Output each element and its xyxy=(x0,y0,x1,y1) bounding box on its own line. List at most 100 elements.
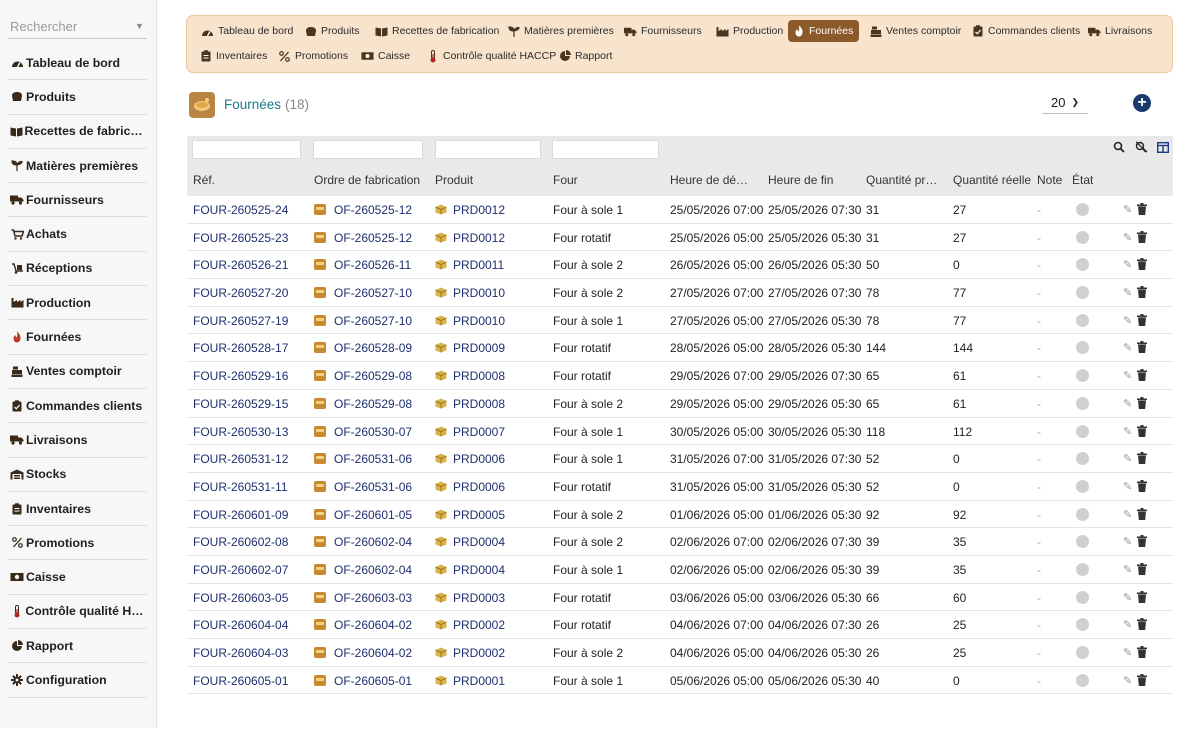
trash-icon[interactable] xyxy=(1137,479,1147,497)
sidebar-item[interactable]: Caisse xyxy=(8,560,147,595)
edit-icon[interactable]: ✎ xyxy=(1123,452,1132,465)
product-link[interactable]: PRD0007 xyxy=(435,425,505,439)
product-link[interactable]: PRD0001 xyxy=(435,674,505,688)
product-link[interactable]: PRD0012 xyxy=(435,231,505,245)
edit-icon[interactable]: ✎ xyxy=(1123,369,1132,382)
table-row[interactable]: FOUR-260527-20 OF-260527-10 PRD0010 Four à … xyxy=(187,279,1173,307)
edit-icon[interactable]: ✎ xyxy=(1123,563,1132,576)
batch-ref-link[interactable]: FOUR-260604-03 xyxy=(193,646,288,660)
topnav-item[interactable]: Caisse xyxy=(357,45,416,67)
trash-icon[interactable] xyxy=(1137,424,1147,442)
trash-icon[interactable] xyxy=(1137,673,1147,691)
order-link[interactable]: OF-260528-09 xyxy=(314,341,412,355)
filter-of-input[interactable] xyxy=(313,140,423,159)
filter-produit-input[interactable] xyxy=(435,140,541,159)
columns-icon[interactable] xyxy=(1156,140,1170,154)
product-link[interactable]: PRD0012 xyxy=(435,203,505,217)
sidebar-item[interactable]: Inventaires xyxy=(8,492,147,527)
batch-ref-link[interactable]: FOUR-260601-09 xyxy=(193,508,288,522)
trash-icon[interactable] xyxy=(1137,285,1147,303)
sidebar-item[interactable]: Tableau de bord xyxy=(8,46,147,81)
filter-ref-input[interactable] xyxy=(192,140,301,159)
table-row[interactable]: FOUR-260602-07 OF-260602-04 PRD0004 Four à … xyxy=(187,556,1173,584)
order-link[interactable]: OF-260527-10 xyxy=(314,314,412,328)
sidebar-item[interactable]: Production xyxy=(8,286,147,321)
edit-icon[interactable]: ✎ xyxy=(1123,591,1132,604)
order-link[interactable]: OF-260529-08 xyxy=(314,369,412,383)
batch-ref-link[interactable]: FOUR-260602-07 xyxy=(193,563,288,577)
trash-icon[interactable] xyxy=(1137,534,1147,552)
trash-icon[interactable] xyxy=(1137,507,1147,525)
trash-icon[interactable] xyxy=(1137,396,1147,414)
column-header[interactable]: Heure de fin xyxy=(768,173,833,187)
table-row[interactable]: FOUR-260603-05 OF-260603-03 PRD0003 Four ro… xyxy=(187,584,1173,612)
order-link[interactable]: OF-260601-05 xyxy=(314,508,412,522)
sidebar-item[interactable]: Fournées xyxy=(8,320,147,355)
table-row[interactable]: FOUR-260602-08 OF-260602-04 PRD0004 Four à … xyxy=(187,528,1173,556)
topnav-item[interactable]: Inventaires xyxy=(195,45,273,67)
topnav-item[interactable]: Contrôle qualité HACCP xyxy=(422,45,562,67)
edit-icon[interactable]: ✎ xyxy=(1123,674,1132,687)
sidebar-item[interactable]: Fournisseurs xyxy=(8,183,147,218)
filter-four-input[interactable] xyxy=(552,140,659,159)
order-link[interactable]: OF-260603-03 xyxy=(314,591,412,605)
trash-icon[interactable] xyxy=(1137,645,1147,663)
column-header[interactable]: Heure de dém… xyxy=(670,173,758,187)
topnav-item[interactable]: Rapport xyxy=(554,45,618,67)
column-header[interactable]: Ordre de fabrication xyxy=(314,173,420,187)
order-link[interactable]: OF-260604-02 xyxy=(314,646,412,660)
product-link[interactable]: PRD0003 xyxy=(435,591,505,605)
sidebar-item[interactable]: Recettes de fabrication xyxy=(8,115,147,149)
table-row[interactable]: FOUR-260528-17 OF-260528-09 PRD0009 Four ro… xyxy=(187,334,1173,363)
batch-ref-link[interactable]: FOUR-260605-01 xyxy=(193,674,288,688)
table-row[interactable]: FOUR-260530-13 OF-260530-07 PRD0007 Four à … xyxy=(187,418,1173,446)
topnav-item[interactable]: Commandes clients xyxy=(967,20,1086,42)
column-header[interactable]: Produit xyxy=(435,173,473,187)
edit-icon[interactable]: ✎ xyxy=(1123,203,1132,216)
order-link[interactable]: OF-260602-04 xyxy=(314,563,412,577)
trash-icon[interactable] xyxy=(1137,562,1147,580)
topnav-item[interactable]: Fournisseurs xyxy=(620,20,708,42)
order-link[interactable]: OF-260525-12 xyxy=(314,203,412,217)
per-page-select[interactable]: 20 ❯ xyxy=(1042,92,1088,114)
batch-ref-link[interactable]: FOUR-260526-21 xyxy=(193,258,288,272)
sidebar-item[interactable]: Livraisons xyxy=(8,423,147,458)
sidebar-item[interactable]: Rapport xyxy=(8,629,147,664)
batch-ref-link[interactable]: FOUR-260531-12 xyxy=(193,452,288,466)
trash-icon[interactable] xyxy=(1137,451,1147,469)
order-link[interactable]: OF-260530-07 xyxy=(314,425,412,439)
order-link[interactable]: OF-260529-08 xyxy=(314,397,412,411)
table-row[interactable]: FOUR-260601-09 OF-260601-05 PRD0005 Four à … xyxy=(187,501,1173,529)
edit-icon[interactable]: ✎ xyxy=(1123,397,1132,410)
table-row[interactable]: FOUR-260605-01 OF-260605-01 PRD0001 Four à … xyxy=(187,667,1173,695)
sidebar-item[interactable]: Configuration xyxy=(8,663,147,698)
product-link[interactable]: PRD0011 xyxy=(435,258,504,272)
trash-icon[interactable] xyxy=(1137,368,1147,386)
edit-icon[interactable]: ✎ xyxy=(1123,258,1132,271)
product-link[interactable]: PRD0009 xyxy=(435,341,505,355)
order-link[interactable]: OF-260531-06 xyxy=(314,452,412,466)
topnav-item[interactable]: Promotions xyxy=(274,45,354,67)
product-link[interactable]: PRD0006 xyxy=(435,452,505,466)
sidebar-item[interactable]: Matières premières xyxy=(8,149,147,184)
trash-icon[interactable] xyxy=(1137,257,1147,275)
product-link[interactable]: PRD0002 xyxy=(435,618,505,632)
product-link[interactable]: PRD0006 xyxy=(435,480,505,494)
product-link[interactable]: PRD0008 xyxy=(435,369,505,383)
product-link[interactable]: PRD0002 xyxy=(435,646,505,660)
product-link[interactable]: PRD0005 xyxy=(435,508,505,522)
batch-ref-link[interactable]: FOUR-260529-16 xyxy=(193,369,288,383)
topnav-item[interactable]: Ventes comptoir xyxy=(865,20,967,42)
column-header[interactable]: Four xyxy=(553,173,578,187)
column-header[interactable]: État xyxy=(1072,173,1093,187)
sidebar-item[interactable]: Ventes comptoir xyxy=(8,355,147,389)
column-header[interactable]: Quantité réelle xyxy=(953,173,1031,187)
sidebar-item[interactable]: Achats xyxy=(8,217,147,252)
table-row[interactable]: FOUR-260529-15 OF-260529-08 PRD0008 Four à … xyxy=(187,390,1173,418)
table-row[interactable]: FOUR-260525-24 OF-260525-12 PRD0012 Four à … xyxy=(187,196,1173,224)
trash-icon[interactable] xyxy=(1137,230,1147,248)
product-link[interactable]: PRD0004 xyxy=(435,563,505,577)
edit-icon[interactable]: ✎ xyxy=(1123,646,1132,659)
batch-ref-link[interactable]: FOUR-260528-17 xyxy=(193,341,288,355)
batch-ref-link[interactable]: FOUR-260527-20 xyxy=(193,286,288,300)
